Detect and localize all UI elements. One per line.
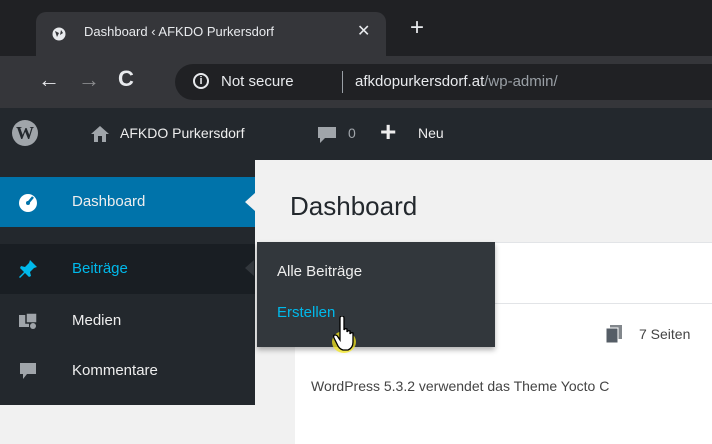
sidebar-item-label: Dashboard [72,193,146,210]
wp-version-text: WordPress 5.3.2 verwendet das Theme Yoct… [311,378,610,394]
dashboard-icon [19,194,37,212]
url-host: afkdopurkersdorf.at [355,73,485,90]
pages-icon [606,325,622,343]
address-bar[interactable]: i Not secure afkdopurkersdorf.at/wp-admi… [175,64,712,100]
pages-count-link[interactable]: 7 Seiten [639,326,690,342]
url-text[interactable]: afkdopurkersdorf.at/wp-admin/ [355,73,558,90]
browser-toolbar: ← → C i Not secure afkdopurkersdorf.at/w… [0,56,712,108]
sidebar-item-label: Medien [72,312,122,329]
sidebar-item-label: Beiträge [72,260,128,277]
submenu-item-all-posts[interactable]: Alle Beiträge [277,263,362,280]
hand-cursor-icon [332,316,356,353]
sidebar-item-dashboard[interactable]: Dashboard [0,177,255,227]
site-name-link[interactable]: AFKDO Purkersdorf [120,125,244,141]
page-title: Dashboard [290,191,418,221]
sidebar-item-media[interactable]: Medien [0,296,255,346]
media-icon [19,312,38,329]
url-path: /wp-admin/ [484,73,558,90]
security-status[interactable]: Not secure [221,73,294,90]
new-tab-button[interactable]: + [410,16,424,40]
flyout-arrow [245,260,254,276]
pin-icon [19,260,37,278]
info-icon[interactable]: i [193,73,209,89]
globe-icon [52,27,66,41]
comment-icon [20,363,36,379]
posts-flyout-submenu: Alle Beiträge Erstellen [257,242,495,347]
comment-count[interactable]: 0 [348,125,356,141]
sidebar-item-comments[interactable]: Kommentare [0,346,255,396]
close-tab-icon[interactable]: ✕ [357,21,370,41]
back-arrow-icon[interactable]: ← [38,67,60,93]
forward-arrow-icon[interactable]: → [78,67,100,93]
new-content-link[interactable]: Neu [418,125,444,141]
wp-admin-bar: W AFKDO Purkersdorf 0 + Neu [0,108,712,160]
sidebar-item-label: Kommentare [72,362,158,379]
reload-icon[interactable]: C [118,66,134,92]
comment-bubble-icon[interactable] [316,126,338,144]
submenu-item-add-new[interactable]: Erstellen [277,304,335,321]
wordpress-logo-icon[interactable]: W [12,120,38,146]
url-divider [342,71,343,93]
plus-icon[interactable]: + [380,118,396,146]
sidebar-item-posts[interactable]: Beiträge [0,244,255,294]
admin-sidebar: Dashboard Beiträge Medien Kommentare [0,160,255,405]
browser-tabstrip: Dashboard ‹ AFKDO Purkersdorf ✕ + [0,0,712,56]
current-menu-arrow [245,193,255,211]
home-icon[interactable] [90,125,110,143]
tab-title: Dashboard ‹ AFKDO Purkersdorf [84,24,275,39]
browser-tab[interactable]: Dashboard ‹ AFKDO Purkersdorf ✕ [36,12,386,56]
